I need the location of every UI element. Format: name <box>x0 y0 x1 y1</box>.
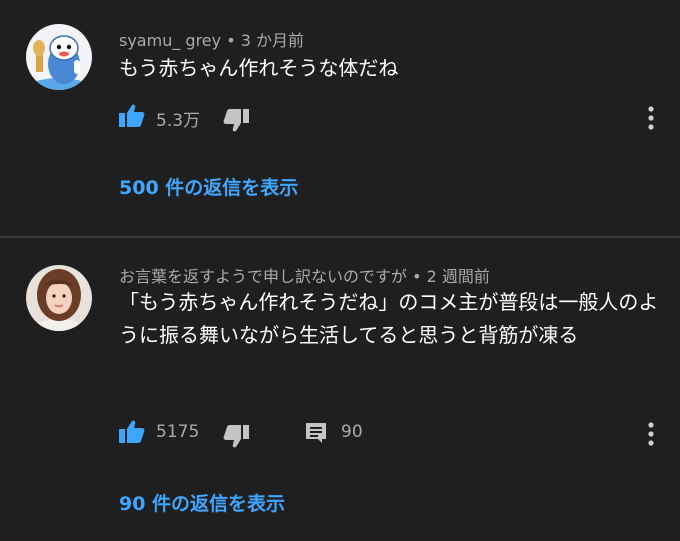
comment-time[interactable]: 2 週間前 <box>427 267 490 286</box>
more-options-icon[interactable] <box>644 105 658 131</box>
thumbs-up-icon[interactable] <box>119 104 145 128</box>
avatar[interactable] <box>26 24 92 90</box>
thumbs-down-icon[interactable] <box>223 424 249 448</box>
meta-separator: • <box>226 31 236 50</box>
thumbs-up-icon[interactable] <box>119 420 145 444</box>
comment-text: 「もう赤ちゃん作れそうだね」のコメ主が普段は一般人のように振る舞いながら生活して… <box>119 290 659 347</box>
comment-item: お言葉を返すようで申し訳ないのですが • 2 週間前 「もう赤ちゃん作れそうだね… <box>0 238 680 541</box>
comment-meta: syamu_ grey • 3 か月前 <box>119 27 304 51</box>
thumbs-down-icon[interactable] <box>223 108 249 132</box>
avatar[interactable] <box>26 265 92 331</box>
comment-item: syamu_ grey • 3 か月前 もう赤ちゃん作れそうな体だね 5.3万 … <box>0 0 680 237</box>
meta-separator: • <box>412 267 422 286</box>
view-replies-button[interactable]: 90 件の返信を表示 <box>119 489 285 516</box>
comment-text: もう赤ちゃん作れそうな体だね <box>119 56 399 80</box>
like-count: 5175 <box>156 422 200 442</box>
author-name[interactable]: syamu_ grey <box>119 31 221 50</box>
view-replies-button[interactable]: 500 件の返信を表示 <box>119 173 298 200</box>
comment-time[interactable]: 3 か月前 <box>241 31 304 50</box>
reply-comment-icon[interactable] <box>305 422 327 444</box>
cartoon-avatar-image <box>26 24 92 90</box>
person-avatar-image <box>26 265 92 331</box>
reply-count: 90 <box>341 422 363 442</box>
more-options-icon[interactable] <box>644 421 658 447</box>
like-count: 5.3万 <box>156 111 201 131</box>
comment-meta: お言葉を返すようで申し訳ないのですが • 2 週間前 <box>119 263 490 287</box>
author-name[interactable]: お言葉を返すようで申し訳ないのですが <box>119 267 407 286</box>
